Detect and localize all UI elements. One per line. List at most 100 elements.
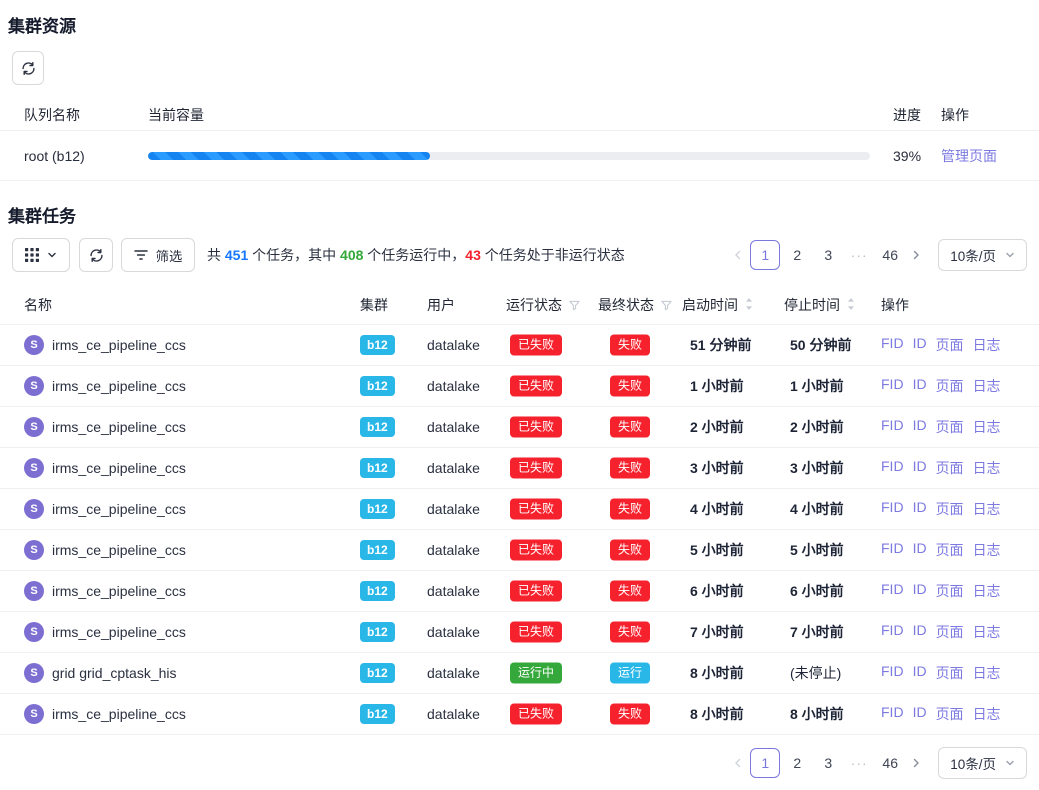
task-avatar: S <box>24 376 44 396</box>
summary-text: 共 <box>207 247 225 263</box>
log-link[interactable]: 日志 <box>973 704 1001 724</box>
page-link[interactable]: 页面 <box>936 704 964 724</box>
chevron-right-icon[interactable] <box>907 747 925 779</box>
page-1[interactable]: 1 <box>750 748 780 778</box>
page-3[interactable]: 3 <box>814 748 842 778</box>
log-link[interactable]: 日志 <box>973 458 1001 478</box>
table-row: S irms_ce_pipeline_ccs b12 datalake 已失败 … <box>0 571 1039 612</box>
log-link[interactable]: 日志 <box>973 417 1001 437</box>
cluster-resources-title: 集群资源 <box>8 12 76 37</box>
log-link[interactable]: 日志 <box>973 540 1001 560</box>
page-link[interactable]: 页面 <box>936 622 964 642</box>
page-link[interactable]: 页面 <box>936 581 964 601</box>
page-ellipsis[interactable]: ··· <box>845 748 873 778</box>
filter-button-label: 筛选 <box>156 246 183 265</box>
page-link[interactable]: 页面 <box>936 417 964 437</box>
col-final-status: 最终状态 <box>598 297 654 313</box>
task-user: datalake <box>427 378 480 394</box>
chevron-right-icon[interactable] <box>907 239 925 271</box>
task-name: irms_ce_pipeline_ccs <box>52 624 186 640</box>
sort-carets-icon[interactable] <box>847 297 855 314</box>
id-link[interactable]: ID <box>913 376 927 396</box>
start-time: 4 小时前 <box>690 499 744 519</box>
summary-text: 个任务运行中， <box>363 247 465 263</box>
funnel-icon[interactable] <box>569 298 580 314</box>
cluster-badge: b12 <box>360 622 395 642</box>
log-link[interactable]: 日志 <box>973 376 1001 396</box>
start-time: 8 小时前 <box>690 704 744 724</box>
task-name: irms_ce_pipeline_ccs <box>52 501 186 517</box>
id-link[interactable]: ID <box>913 499 927 519</box>
id-link[interactable]: ID <box>913 663 927 683</box>
task-name: irms_ce_pipeline_ccs <box>52 337 186 353</box>
page-ellipsis[interactable]: ··· <box>845 240 873 270</box>
page-link[interactable]: 页面 <box>936 335 964 355</box>
id-link[interactable]: ID <box>913 335 927 355</box>
fid-link[interactable]: FID <box>881 663 904 683</box>
sort-carets-icon[interactable] <box>745 297 753 314</box>
page-size-select[interactable]: 10条/页 <box>938 239 1027 271</box>
stop-time: 6 小时前 <box>790 581 844 601</box>
fid-link[interactable]: FID <box>881 335 904 355</box>
funnel-icon[interactable] <box>661 298 672 314</box>
fid-link[interactable]: FID <box>881 499 904 519</box>
log-link[interactable]: 日志 <box>973 663 1001 683</box>
row-actions: FID ID 页面 日志 <box>881 458 1001 478</box>
final-status-tag: 失败 <box>610 704 650 725</box>
cluster-badge: b12 <box>360 376 395 396</box>
pagination-top: 1 2 3 ··· 46 10条/页 <box>729 239 1027 271</box>
run-status-tag: 已失败 <box>510 335 562 356</box>
fid-link[interactable]: FID <box>881 581 904 601</box>
task-user: datalake <box>427 542 480 558</box>
refresh-resources-button[interactable] <box>12 51 44 85</box>
page-46[interactable]: 46 <box>876 748 904 778</box>
start-time: 7 小时前 <box>690 622 744 642</box>
row-actions: FID ID 页面 日志 <box>881 499 1001 519</box>
fid-link[interactable]: FID <box>881 458 904 478</box>
task-avatar: S <box>24 704 44 724</box>
final-status-tag: 失败 <box>610 499 650 520</box>
page-1[interactable]: 1 <box>750 240 780 270</box>
log-link[interactable]: 日志 <box>973 622 1001 642</box>
page-link[interactable]: 页面 <box>936 663 964 683</box>
id-link[interactable]: ID <box>913 581 927 601</box>
start-time: 2 小时前 <box>690 417 744 437</box>
id-link[interactable]: ID <box>913 458 927 478</box>
page-link[interactable]: 页面 <box>936 540 964 560</box>
task-user: datalake <box>427 706 480 722</box>
filter-button[interactable]: 筛选 <box>121 238 195 272</box>
id-link[interactable]: ID <box>913 540 927 560</box>
manage-page-link[interactable]: 管理页面 <box>941 146 997 166</box>
fid-link[interactable]: FID <box>881 417 904 437</box>
chevron-down-icon <box>1005 756 1015 771</box>
page-link[interactable]: 页面 <box>936 499 964 519</box>
task-user: datalake <box>427 419 480 435</box>
page-link[interactable]: 页面 <box>936 458 964 478</box>
cluster-badge: b12 <box>360 663 395 683</box>
page-2[interactable]: 2 <box>783 748 811 778</box>
fid-link[interactable]: FID <box>881 540 904 560</box>
page-3[interactable]: 3 <box>814 240 842 270</box>
column-layout-dropdown[interactable] <box>12 238 70 272</box>
log-link[interactable]: 日志 <box>973 335 1001 355</box>
summary-text: 个任务处于非运行状态 <box>481 247 625 263</box>
id-link[interactable]: ID <box>913 417 927 437</box>
chevron-left-icon[interactable] <box>729 747 747 779</box>
fid-link[interactable]: FID <box>881 704 904 724</box>
chevron-left-icon[interactable] <box>729 239 747 271</box>
page-size-select[interactable]: 10条/页 <box>938 747 1027 779</box>
fid-link[interactable]: FID <box>881 376 904 396</box>
task-user: datalake <box>427 665 480 681</box>
page-2[interactable]: 2 <box>783 240 811 270</box>
log-link[interactable]: 日志 <box>973 499 1001 519</box>
run-status-tag: 已失败 <box>510 622 562 643</box>
log-link[interactable]: 日志 <box>973 581 1001 601</box>
table-row: S irms_ce_pipeline_ccs b12 datalake 已失败 … <box>0 530 1039 571</box>
refresh-tasks-button[interactable] <box>79 238 113 272</box>
id-link[interactable]: ID <box>913 622 927 642</box>
task-name: irms_ce_pipeline_ccs <box>52 460 186 476</box>
id-link[interactable]: ID <box>913 704 927 724</box>
page-46[interactable]: 46 <box>876 240 904 270</box>
page-link[interactable]: 页面 <box>936 376 964 396</box>
fid-link[interactable]: FID <box>881 622 904 642</box>
